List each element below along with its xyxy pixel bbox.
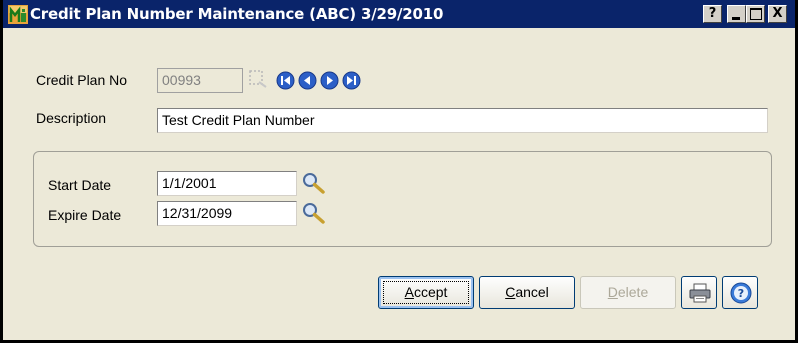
cancel-access-key: C [505, 284, 516, 300]
print-button[interactable] [681, 276, 717, 309]
description-field[interactable]: Test Credit Plan Number [157, 108, 768, 133]
cancel-button[interactable]: Cancel [479, 276, 575, 309]
maximize-icon [750, 8, 762, 20]
printer-icon [689, 283, 711, 303]
help-icon: ? [730, 282, 752, 304]
next-record-icon[interactable] [320, 71, 339, 90]
focus-rectangle [383, 281, 469, 304]
window-title: Credit Plan Number Maintenance (ABC) 3/2… [30, 5, 444, 23]
delete-access-key: D [607, 284, 618, 300]
minimize-button[interactable] [727, 5, 746, 23]
close-button[interactable]: X [768, 5, 787, 23]
previous-record-icon[interactable] [298, 71, 317, 90]
minimize-icon [732, 17, 740, 20]
start-date-label: Start Date [48, 177, 112, 193]
first-record-icon[interactable] [276, 71, 295, 90]
svg-text:?: ? [738, 287, 744, 300]
date-group [33, 151, 772, 247]
credit-plan-no-label: Credit Plan No [36, 72, 128, 88]
accept-button[interactable]: Accept [378, 276, 474, 309]
help-title-button[interactable]: ? [703, 5, 722, 23]
expire-date-field[interactable]: 12/31/2099 [157, 201, 297, 226]
maximize-button[interactable] [746, 5, 765, 23]
description-label: Description [36, 110, 107, 126]
lookup-icon[interactable] [247, 68, 269, 90]
last-record-icon[interactable] [342, 71, 361, 90]
credit-plan-window: Credit Plan Number Maintenance (ABC) 3/2… [0, 0, 798, 343]
start-date-field[interactable]: 1/1/2001 [157, 171, 297, 196]
app-icon [8, 5, 28, 24]
delete-button[interactable]: Delete [580, 276, 676, 309]
title-bar[interactable]: Credit Plan Number Maintenance (ABC) 3/2… [3, 0, 795, 28]
delete-label: elete [617, 284, 649, 300]
credit-plan-no-field[interactable]: 00993 [157, 68, 243, 93]
help-button[interactable]: ? [722, 276, 758, 309]
start-date-lookup-icon[interactable] [301, 171, 327, 195]
cancel-label: ancel [515, 284, 549, 300]
expire-date-label: Expire Date [48, 207, 122, 223]
expire-date-lookup-icon[interactable] [301, 201, 327, 225]
